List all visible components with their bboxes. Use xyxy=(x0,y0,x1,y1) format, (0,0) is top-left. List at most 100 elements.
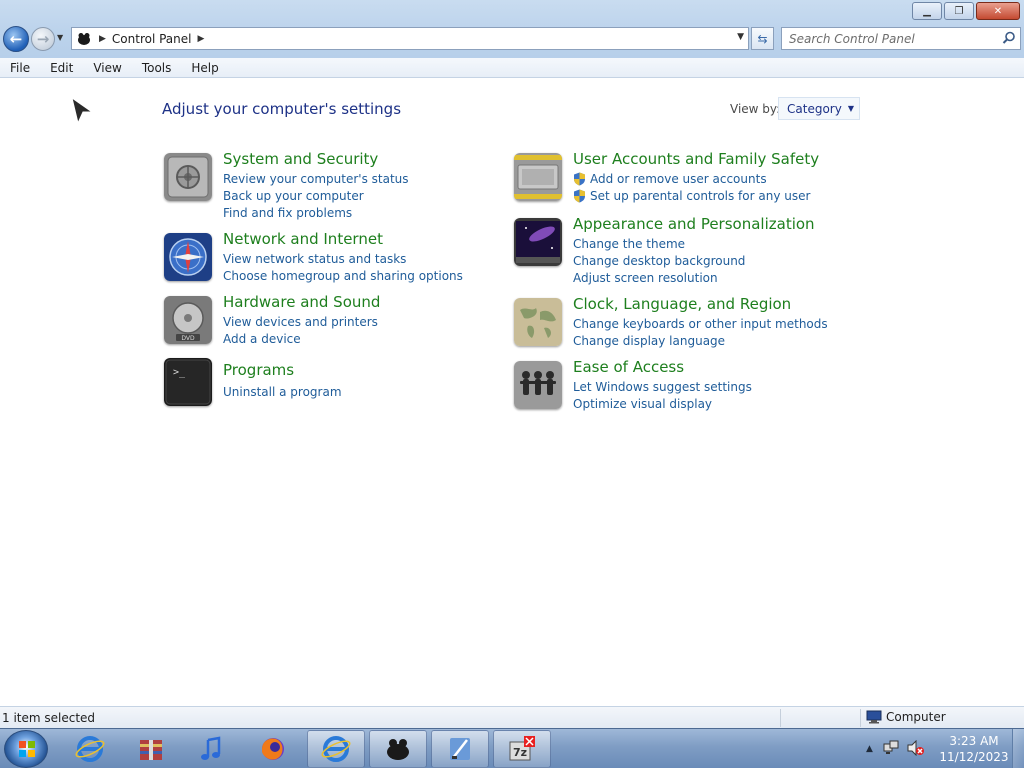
menu-file[interactable]: File xyxy=(0,61,40,75)
paint-app-icon xyxy=(387,739,409,760)
taskbar-7zip[interactable]: 7z xyxy=(493,730,551,768)
link-review-status[interactable]: Review your computer's status xyxy=(223,170,409,187)
link-desktop-background[interactable]: Change desktop background xyxy=(573,252,745,269)
taskbar: 7z ▲ 3:23 AM 11/12/2023 xyxy=(0,728,1024,768)
link-display-language[interactable]: Change display language xyxy=(573,332,828,349)
category-title[interactable]: Programs xyxy=(223,361,294,379)
search-box[interactable] xyxy=(781,27,1021,50)
world-map-icon[interactable] xyxy=(514,298,562,346)
window-chrome: ▁ ❐ ✕ ← → ▼ ▶ Control Panel ▶ ▼ ⇆ Search… xyxy=(0,0,1024,78)
link-uninstall-program[interactable]: Uninstall a program xyxy=(223,383,342,400)
search-input[interactable] xyxy=(782,31,992,46)
status-zone: Computer xyxy=(866,710,946,724)
taskbar-firefox[interactable] xyxy=(244,730,302,768)
menu-view[interactable]: View xyxy=(83,61,131,75)
category-links: Change keyboards or other input methods … xyxy=(573,315,828,349)
selection-status: 1 item selected xyxy=(2,711,96,725)
developer-tool-icon xyxy=(450,738,470,760)
taskbar-internet-explorer-active[interactable] xyxy=(307,730,365,768)
start-button[interactable] xyxy=(4,730,48,768)
network-icon[interactable] xyxy=(883,740,899,759)
menu-tools[interactable]: Tools xyxy=(132,61,182,75)
firefox-icon xyxy=(262,738,284,760)
link-find-fix-problems[interactable]: Find and fix problems xyxy=(223,204,409,221)
menu-bar: File Edit View Tools Help xyxy=(0,58,1024,78)
taskbar-paint-app[interactable] xyxy=(369,730,427,768)
category-title[interactable]: Network and Internet xyxy=(223,230,383,248)
status-divider xyxy=(860,709,861,727)
menu-edit[interactable]: Edit xyxy=(40,61,83,75)
show-desktop-button[interactable] xyxy=(1012,729,1024,768)
minimize-button[interactable]: ▁ xyxy=(912,2,942,20)
status-bar: 1 item selected Computer xyxy=(0,706,1024,728)
taskbar-internet-explorer[interactable] xyxy=(61,730,119,768)
mouse-cursor-icon xyxy=(71,96,94,125)
uac-shield-icon xyxy=(574,172,585,185)
dvd-drive-icon[interactable]: DVD xyxy=(164,296,212,344)
refresh-button[interactable]: ⇆ xyxy=(751,27,774,50)
taskbar-archive-app[interactable] xyxy=(122,730,180,768)
computer-icon xyxy=(866,710,882,724)
uac-shield-icon xyxy=(574,189,585,202)
link-screen-resolution[interactable]: Adjust screen resolution xyxy=(573,269,745,286)
internet-explorer-icon xyxy=(75,736,105,762)
view-by-label: View by: xyxy=(730,102,781,116)
breadcrumb-control-panel[interactable]: Control Panel xyxy=(112,32,192,46)
category-title[interactable]: User Accounts and Family Safety xyxy=(573,150,819,168)
archive-app-icon xyxy=(140,740,162,760)
category-title[interactable]: Appearance and Personalization xyxy=(573,215,815,233)
recent-pages-dropdown-icon[interactable]: ▼ xyxy=(57,33,63,42)
link-keyboards-input[interactable]: Change keyboards or other input methods xyxy=(573,315,828,332)
windows-logo-icon xyxy=(19,741,35,757)
link-optimize-display[interactable]: Optimize visual display xyxy=(573,395,752,412)
taskbar-clock[interactable]: 3:23 AM 11/12/2023 xyxy=(938,733,1010,765)
menu-help[interactable]: Help xyxy=(181,61,228,75)
category-links: Review your computer's status Back up yo… xyxy=(223,170,409,221)
link-devices-printers[interactable]: View devices and printers xyxy=(223,313,378,330)
close-button[interactable]: ✕ xyxy=(976,2,1020,20)
address-dropdown-icon[interactable]: ▼ xyxy=(737,32,744,42)
breadcrumb-separator-icon[interactable]: ▶ xyxy=(198,34,205,44)
search-icon[interactable] xyxy=(1002,31,1016,48)
link-change-theme[interactable]: Change the theme xyxy=(573,235,745,252)
restore-button[interactable]: ❐ xyxy=(944,2,974,20)
category-title[interactable]: Ease of Access xyxy=(573,358,684,376)
category-links: View devices and printers Add a device xyxy=(223,313,378,347)
zone-label: Computer xyxy=(886,710,946,724)
forward-arrow-icon: → xyxy=(36,30,50,48)
caption-buttons: ▁ ❐ ✕ xyxy=(910,2,1020,20)
link-homegroup-sharing[interactable]: Choose homegroup and sharing options xyxy=(223,267,463,284)
status-divider xyxy=(780,709,781,727)
category-links: Uninstall a program xyxy=(223,383,342,400)
galaxy-wallpaper-icon[interactable] xyxy=(514,218,562,266)
link-suggest-settings[interactable]: Let Windows suggest settings xyxy=(573,378,752,395)
category-title[interactable]: Hardware and Sound xyxy=(223,293,380,311)
link-add-device[interactable]: Add a device xyxy=(223,330,378,347)
link-parental-controls[interactable]: Set up parental controls for any user xyxy=(573,187,810,204)
category-title[interactable]: Clock, Language, and Region xyxy=(573,295,791,313)
close-icon: ✕ xyxy=(993,5,1003,17)
link-back-up[interactable]: Back up your computer xyxy=(223,187,409,204)
svg-text:>_: >_ xyxy=(173,367,186,378)
people-icon[interactable] xyxy=(514,361,562,409)
forward-button[interactable]: → xyxy=(31,27,55,51)
breadcrumb-separator-icon[interactable]: ▶ xyxy=(99,34,106,44)
category-title[interactable]: System and Security xyxy=(223,150,378,168)
page-title: Adjust your computer's settings xyxy=(162,100,402,118)
authorized-access-icon[interactable] xyxy=(514,153,562,201)
volume-muted-icon[interactable] xyxy=(907,739,925,759)
view-by-dropdown[interactable]: Category ▼ xyxy=(778,97,860,120)
minimize-icon: ▁ xyxy=(923,5,931,17)
compass-network-icon[interactable] xyxy=(164,233,212,281)
link-add-remove-accounts[interactable]: Add or remove user accounts xyxy=(573,170,810,187)
taskbar-developer-tool[interactable] xyxy=(431,730,489,768)
terminal-icon[interactable]: >_ xyxy=(164,358,212,406)
7zip-icon: 7z xyxy=(509,736,535,761)
vault-icon[interactable] xyxy=(164,153,212,201)
show-hidden-icons-icon[interactable]: ▲ xyxy=(866,744,873,754)
svg-text:DVD: DVD xyxy=(181,335,195,342)
address-bar[interactable]: ▶ Control Panel ▶ ▼ xyxy=(71,27,749,50)
link-network-status[interactable]: View network status and tasks xyxy=(223,250,463,267)
back-button[interactable]: ← xyxy=(3,26,29,52)
taskbar-music-player[interactable] xyxy=(183,730,241,768)
